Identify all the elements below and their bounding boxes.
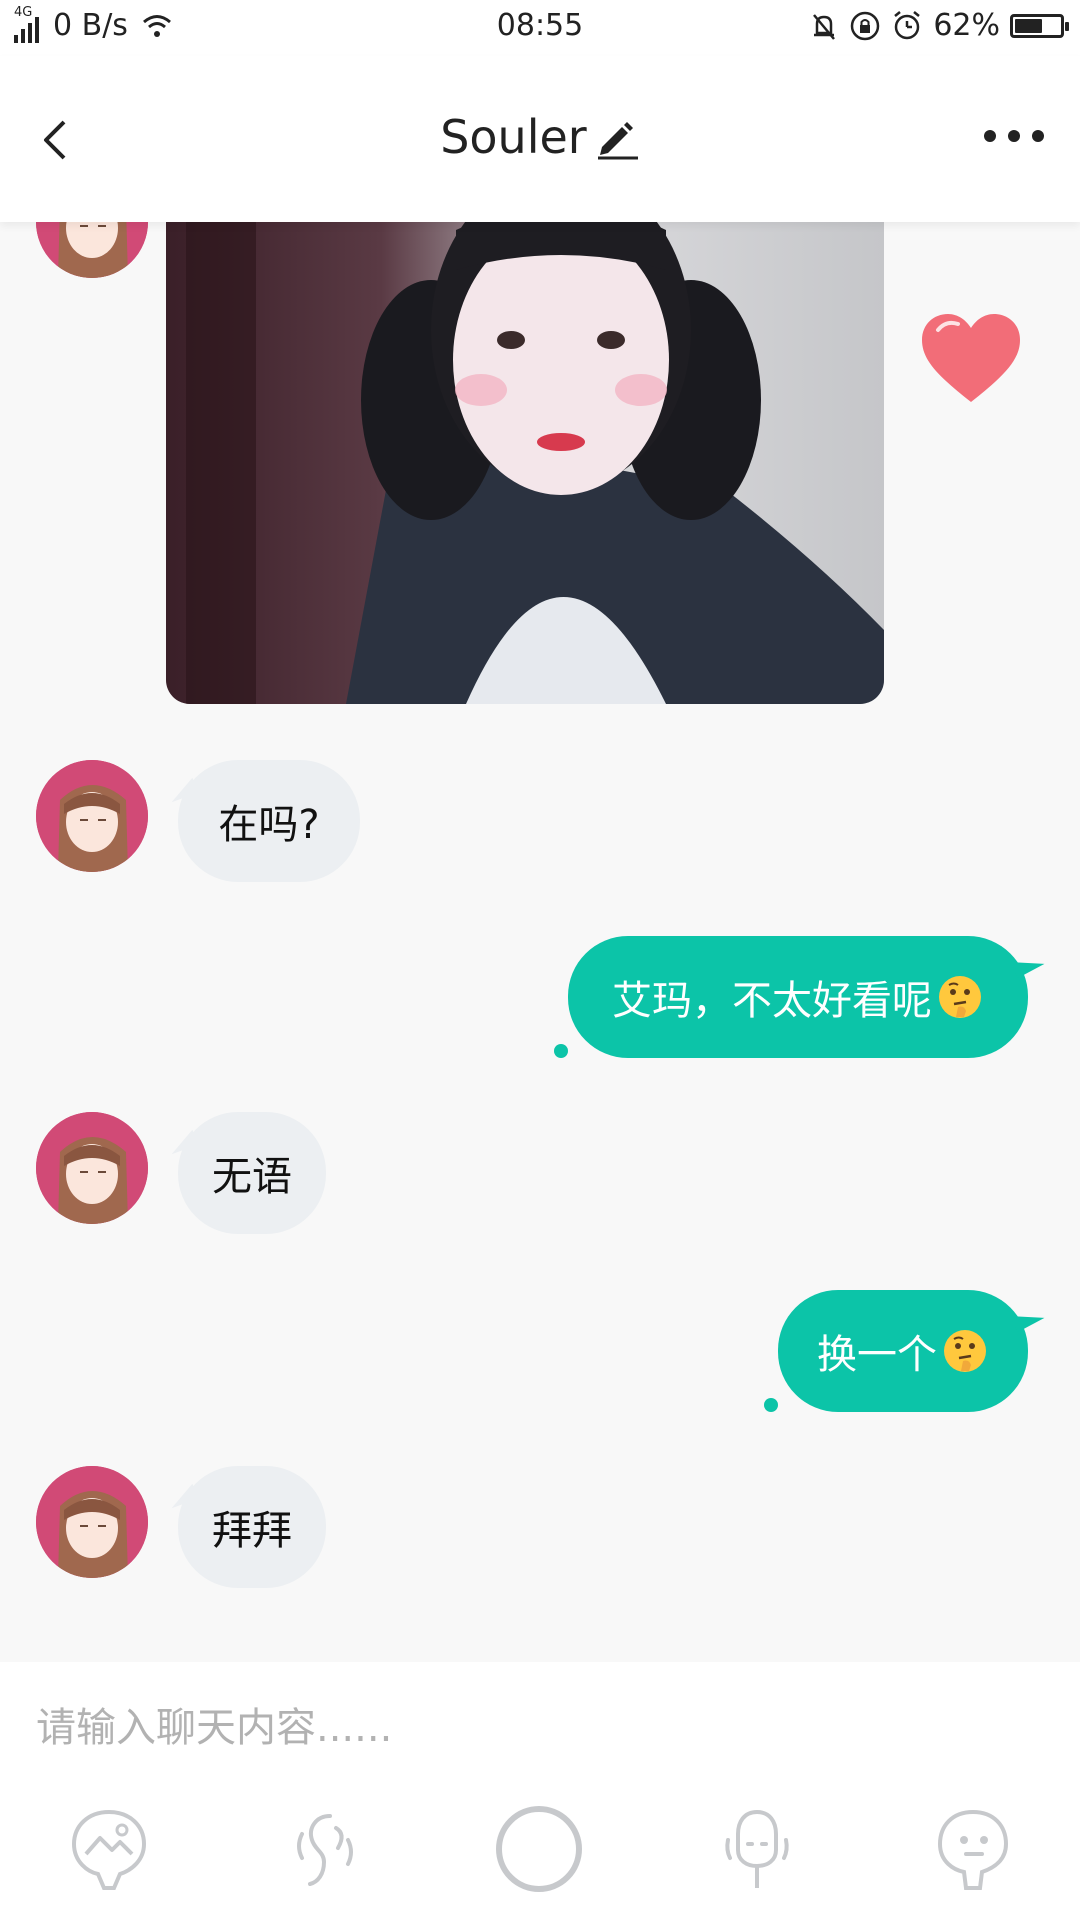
chat-header: Souler: [0, 56, 1080, 222]
avatar[interactable]: [36, 760, 148, 872]
message-text: 无语: [212, 1154, 292, 1200]
outgoing-message-bubble[interactable]: 艾玛，不太好看呢: [568, 936, 1028, 1058]
status-bar: 4G 0 B/s 08:55 62%: [0, 0, 1080, 56]
avatar-illustration: [36, 1466, 148, 1578]
chat-title[interactable]: Souler: [440, 110, 587, 164]
delivery-status-dot: [764, 1398, 778, 1412]
outgoing-message-bubble[interactable]: 换一个: [778, 1290, 1028, 1412]
voice-icon[interactable]: [280, 1804, 370, 1894]
alarm-icon: [894, 10, 921, 39]
photo-message[interactable]: [166, 160, 884, 704]
edit-icon[interactable]: [592, 113, 640, 161]
rotation-lock-icon: [851, 11, 880, 40]
message-text: 艾玛，不太好看呢: [612, 978, 932, 1024]
avatar[interactable]: [36, 1112, 148, 1224]
like-heart-icon[interactable]: [918, 310, 1024, 406]
avatar-illustration: [36, 1112, 148, 1224]
battery-icon: [1010, 13, 1069, 38]
avatar[interactable]: [36, 1466, 148, 1578]
message-text: 在吗?: [218, 802, 320, 848]
avatar-illustration: [36, 760, 148, 872]
thinking-face-emoji: [939, 976, 981, 1018]
incoming-message-bubble[interactable]: 在吗?: [178, 760, 360, 882]
image-icon[interactable]: [64, 1804, 154, 1894]
composer: [0, 1662, 1080, 1920]
incoming-message-bubble[interactable]: 拜拜: [178, 1466, 326, 1588]
mute-icon: [813, 13, 836, 40]
message-text: 换一个: [817, 1332, 937, 1378]
incoming-message-bubble[interactable]: 无语: [178, 1112, 326, 1234]
selfie-photo: [166, 160, 884, 704]
thinking-face-emoji: [944, 1330, 986, 1372]
more-options-icon[interactable]: [984, 130, 1044, 142]
emoji-icon[interactable]: [928, 1804, 1018, 1894]
clock: 08:55: [496, 8, 584, 43]
record-button[interactable]: [494, 1804, 584, 1894]
delivery-status-dot: [554, 1044, 568, 1058]
message-text: 拜拜: [212, 1508, 292, 1554]
battery-level-fill: [1015, 18, 1043, 33]
microphone-icon[interactable]: [712, 1804, 802, 1894]
battery-percent: 62%: [933, 8, 1000, 43]
message-input[interactable]: [34, 1692, 1038, 1764]
